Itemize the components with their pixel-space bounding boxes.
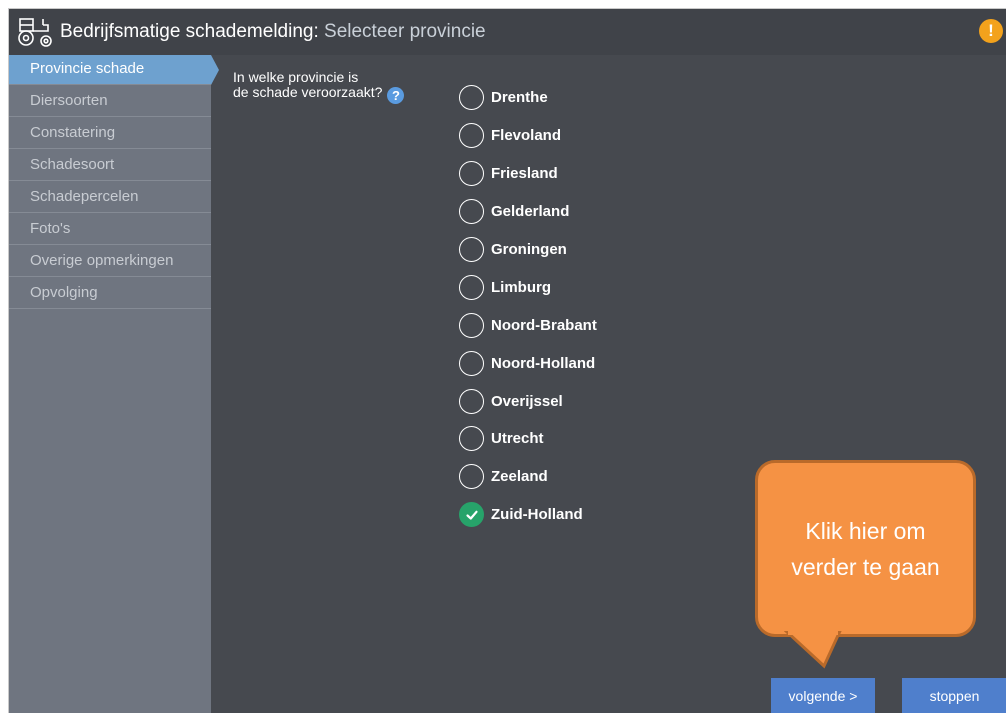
radio-option-label: Gelderland: [491, 203, 570, 221]
radio-option-label: Noord-Holland: [491, 354, 596, 372]
sidebar-item-schadesoort[interactable]: Schadesoort: [9, 149, 211, 181]
radio-option-noord-brabant[interactable]: Noord-Brabant: [459, 306, 597, 344]
radio-option-label: Flevoland: [491, 127, 562, 145]
radio-option-label: Overijssel: [491, 392, 563, 410]
sidebar-item-constatering[interactable]: Constatering: [9, 117, 211, 149]
title-separator: :: [313, 21, 319, 42]
radio-circle-icon[interactable]: [459, 161, 484, 187]
sidebar-item-diersoorten[interactable]: Diersoorten: [9, 85, 211, 117]
app-window: Bedrijfsmatige schademelding: Selecteer …: [8, 8, 1006, 713]
radio-circle-icon[interactable]: [459, 274, 484, 300]
stop-button[interactable]: stoppen: [902, 678, 1006, 713]
sidebar-item-provincie-schade[interactable]: Provincie schade: [9, 55, 219, 85]
callout-text: Klik hier om verder te gaan: [791, 517, 940, 580]
radio-circle-icon[interactable]: [459, 350, 484, 376]
radio-circle-icon[interactable]: [459, 199, 484, 225]
radio-circle-icon[interactable]: [459, 237, 484, 262]
radio-circle-icon[interactable]: [459, 123, 484, 149]
title-main: Bedrijfsmatige schademelding: [60, 21, 314, 42]
question-line-1: In welke provincie is: [233, 69, 359, 85]
checkmark-icon[interactable]: [459, 502, 484, 528]
radio-circle-icon[interactable]: [459, 426, 484, 452]
radio-option-overijssel[interactable]: Overijssel: [459, 382, 597, 420]
radio-option-utrecht[interactable]: Utrecht: [459, 420, 597, 458]
radio-option-label: Utrecht: [491, 430, 544, 448]
sidebar-item-overige-opmerkingen[interactable]: Overige opmerkingen: [9, 245, 211, 277]
radio-option-label: Noord-Brabant: [491, 316, 597, 334]
title-subtitle: Selecteer provincie: [324, 21, 486, 42]
radio-option-label: Friesland: [491, 165, 558, 183]
radio-option-zeeland[interactable]: Zeeland: [459, 458, 597, 496]
sidebar: Provincie schade Diersoorten Constaterin…: [9, 55, 219, 713]
radio-option-label: Limburg: [491, 278, 551, 296]
sidebar-item-schadepercelen[interactable]: Schadepercelen: [9, 181, 211, 213]
radio-option-friesland[interactable]: Friesland: [459, 155, 597, 193]
radio-option-drenthe[interactable]: Drenthe: [459, 79, 597, 117]
sidebar-item-fotos[interactable]: Foto's: [9, 213, 211, 245]
province-radio-group: Drenthe Flevoland Friesland Gelderland G…: [459, 79, 597, 534]
radio-option-gelderland[interactable]: Gelderland: [459, 193, 597, 231]
radio-option-groningen[interactable]: Groningen: [459, 231, 597, 269]
radio-option-zuid-holland[interactable]: Zuid-Holland: [459, 496, 597, 534]
radio-option-label: Drenthe: [491, 89, 548, 107]
sidebar-item-opvolging[interactable]: Opvolging: [9, 277, 211, 309]
radio-option-label: Zeeland: [491, 468, 548, 486]
help-icon[interactable]: ?: [387, 87, 405, 104]
radio-option-label: Groningen: [491, 241, 567, 258]
radio-circle-icon[interactable]: [459, 312, 484, 338]
header-bar: Bedrijfsmatige schademelding: Selecteer …: [9, 9, 1006, 55]
question-line-2: de schade veroorzaakt?: [233, 84, 383, 100]
radio-option-flevoland[interactable]: Flevoland: [459, 117, 597, 155]
radio-circle-icon[interactable]: [459, 464, 484, 490]
page-title: Bedrijfsmatige schademelding: Selecteer …: [60, 21, 486, 43]
radio-option-noord-holland[interactable]: Noord-Holland: [459, 344, 597, 382]
callout-pointer: [784, 631, 842, 669]
radio-option-label: Zuid-Holland: [491, 506, 583, 524]
radio-circle-icon[interactable]: [459, 388, 484, 414]
radio-circle-icon[interactable]: [459, 85, 484, 111]
warning-icon[interactable]: !: [979, 19, 1003, 43]
tractor-icon: [18, 18, 52, 47]
next-button[interactable]: volgende >: [771, 678, 875, 713]
question-label: In welke provincie is de schade veroorza…: [233, 69, 405, 104]
tooltip-callout: Klik hier om verder te gaan: [755, 460, 976, 637]
radio-option-limburg[interactable]: Limburg: [459, 268, 597, 306]
